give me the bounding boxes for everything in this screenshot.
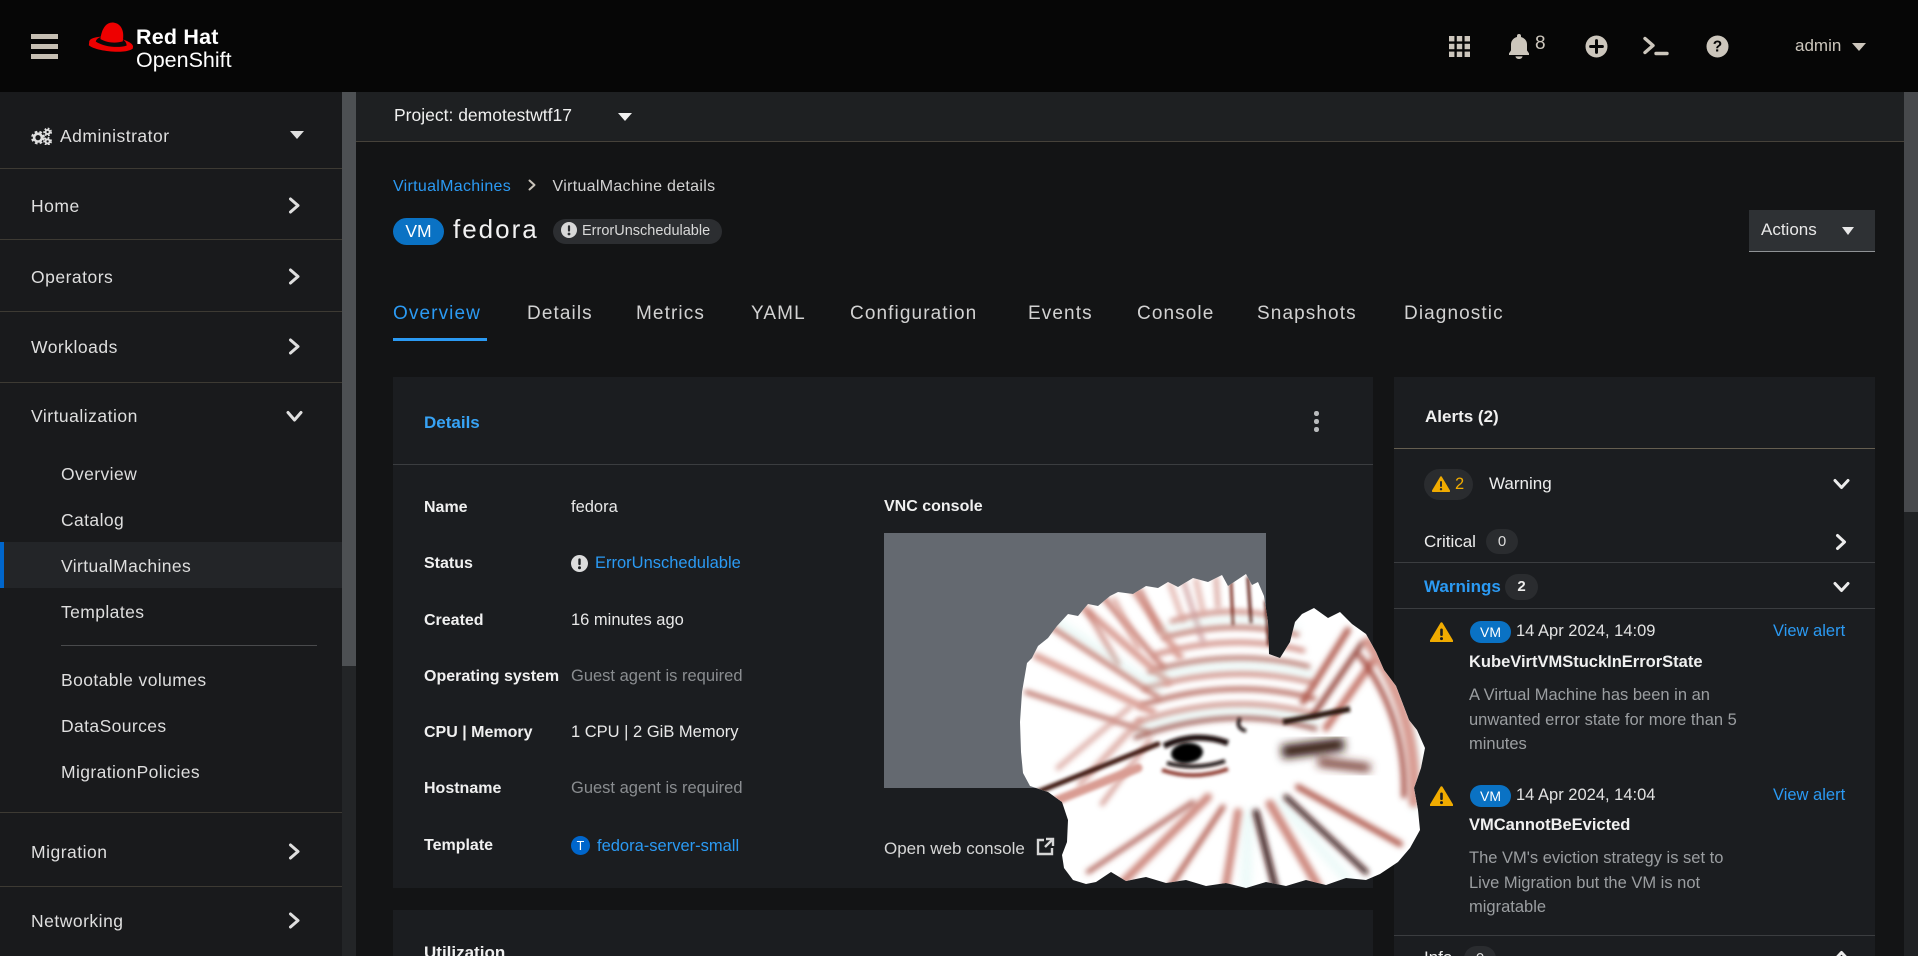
svg-text:?: ? (1713, 39, 1722, 56)
svg-text:T: T (577, 839, 585, 853)
